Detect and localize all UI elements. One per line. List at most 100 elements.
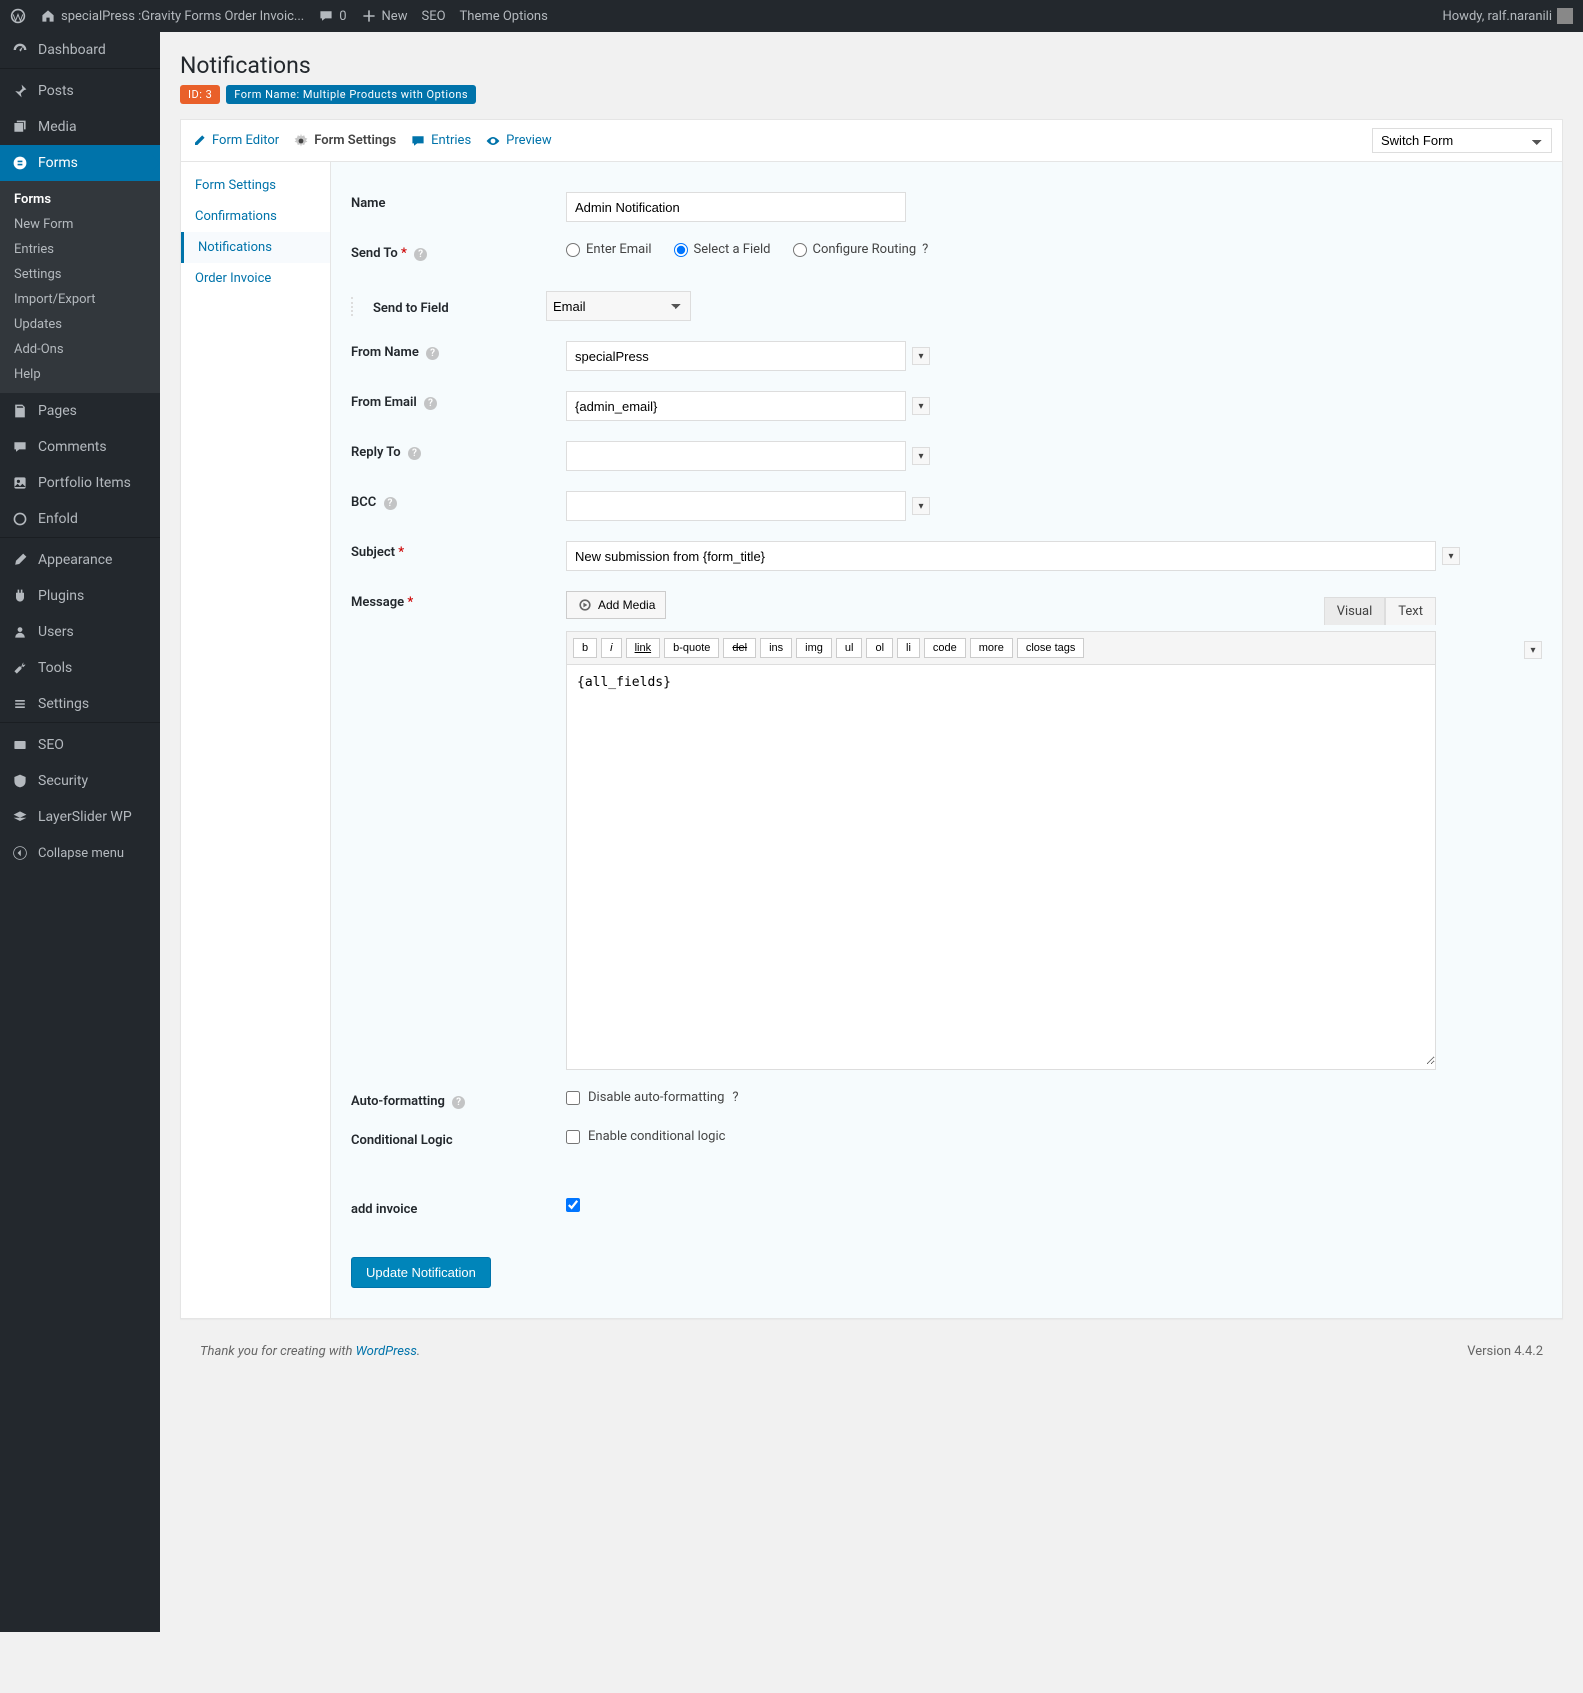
send-to-radio[interactable]	[793, 243, 807, 257]
label-name: Name	[351, 192, 566, 211]
side-tab[interactable]: Order Invoice	[181, 263, 330, 294]
conditional-logic-checkbox[interactable]	[566, 1130, 580, 1144]
menu-dashboard[interactable]: Dashboard	[0, 32, 160, 68]
forms-submenu-item[interactable]: Entries	[0, 237, 160, 262]
side-tab[interactable]: Form Settings	[181, 170, 330, 201]
add-media-button[interactable]: Add Media	[566, 591, 666, 619]
menu-media[interactable]: Media	[0, 109, 160, 145]
howdy-link[interactable]: Howdy, ralf.naranili	[1442, 8, 1573, 24]
merge-tag-button[interactable]: ▾	[1524, 641, 1542, 659]
quicktag-link[interactable]: link	[626, 638, 661, 658]
menu-forms[interactable]: Forms	[0, 145, 160, 181]
reply-to-input[interactable]	[566, 441, 906, 471]
quicktag-ins[interactable]: ins	[760, 638, 792, 658]
forms-submenu-item[interactable]: New Form	[0, 212, 160, 237]
send-to-option[interactable]: Enter Email	[566, 242, 652, 257]
side-tab[interactable]: Confirmations	[181, 201, 330, 232]
from-email-input[interactable]	[566, 391, 906, 421]
add-invoice-checkbox[interactable]	[566, 1198, 580, 1212]
menu-layerslider[interactable]: LayerSlider WP	[0, 799, 160, 835]
help-icon[interactable]: ?	[922, 242, 928, 257]
form-name-badge: Form Name: Multiple Products with Option…	[226, 85, 476, 104]
forms-submenu-item[interactable]: Help	[0, 362, 160, 387]
comments-link[interactable]: 0	[318, 8, 346, 24]
brush-icon	[10, 550, 30, 570]
merge-tag-button[interactable]: ▾	[912, 397, 930, 415]
from-name-input[interactable]	[566, 341, 906, 371]
help-icon[interactable]: ?	[424, 397, 437, 410]
menu-enfold[interactable]: Enfold	[0, 501, 160, 537]
side-tab[interactable]: Notifications	[181, 232, 330, 263]
new-link[interactable]: New	[361, 8, 408, 24]
label-send-to: Send To * ?	[351, 242, 566, 261]
editor-tab-visual[interactable]: Visual	[1324, 597, 1386, 625]
menu-pages[interactable]: Pages	[0, 393, 160, 429]
wp-logo[interactable]	[10, 8, 26, 24]
help-icon[interactable]: ?	[384, 497, 397, 510]
collapse-menu[interactable]: Collapse menu	[0, 835, 160, 871]
menu-appearance[interactable]: Appearance	[0, 542, 160, 578]
tab-entries[interactable]: Entries	[410, 133, 471, 149]
help-icon[interactable]: ?	[426, 347, 439, 360]
send-to-option[interactable]: Select a Field	[674, 242, 771, 257]
send-to-option[interactable]: Configure Routing?	[793, 242, 929, 257]
quicktag-more[interactable]: more	[970, 638, 1013, 658]
subject-input[interactable]	[566, 541, 1436, 571]
quicktag-code[interactable]: code	[924, 638, 966, 658]
menu-plugins[interactable]: Plugins	[0, 578, 160, 614]
quicktag-li[interactable]: li	[897, 638, 920, 658]
theme-options-link[interactable]: Theme Options	[460, 9, 548, 24]
merge-tag-button[interactable]: ▾	[912, 497, 930, 515]
seo-link[interactable]: SEO	[421, 9, 445, 24]
wordpress-link[interactable]: WordPress	[356, 1344, 417, 1359]
menu-portfolio[interactable]: Portfolio Items	[0, 465, 160, 501]
quicktag-img[interactable]: img	[796, 638, 832, 658]
merge-tag-button[interactable]: ▾	[1442, 547, 1460, 565]
switch-form-select[interactable]: Switch Form	[1372, 128, 1552, 153]
menu-security[interactable]: Security	[0, 763, 160, 799]
site-link[interactable]: specialPress :Gravity Forms Order Invoic…	[40, 8, 304, 24]
forms-submenu-item[interactable]: Add-Ons	[0, 337, 160, 362]
message-textarea[interactable]: {all_fields}	[567, 665, 1435, 1065]
seo-icon	[10, 735, 30, 755]
tab-preview[interactable]: Preview	[485, 133, 551, 149]
help-icon[interactable]: ?	[452, 1096, 465, 1109]
help-icon[interactable]: ?	[732, 1090, 738, 1105]
menu-users[interactable]: Users	[0, 614, 160, 650]
quicktag-b-quote[interactable]: b-quote	[664, 638, 719, 658]
enfold-icon	[10, 509, 30, 529]
quicktag-b[interactable]: b	[573, 638, 597, 658]
merge-tag-button[interactable]: ▾	[912, 447, 930, 465]
bcc-input[interactable]	[566, 491, 906, 521]
menu-seo[interactable]: SEO	[0, 727, 160, 763]
tab-form-settings[interactable]: Form Settings	[293, 133, 396, 149]
quicktag-ol[interactable]: ol	[866, 638, 893, 658]
merge-tag-button[interactable]: ▾	[912, 347, 930, 365]
gear-icon	[293, 133, 309, 149]
quicktag-del[interactable]: del	[723, 638, 756, 658]
quicktag-close-tags[interactable]: close tags	[1017, 638, 1085, 658]
tools-icon	[10, 658, 30, 678]
forms-submenu-item[interactable]: Updates	[0, 312, 160, 337]
quicktag-i[interactable]: i	[601, 638, 621, 658]
update-notification-button[interactable]: Update Notification	[351, 1257, 491, 1288]
quicktag-ul[interactable]: ul	[836, 638, 863, 658]
tab-form-editor[interactable]: Form Editor	[191, 133, 279, 149]
form-id-badge: ID: 3	[180, 85, 220, 104]
menu-tools[interactable]: Tools	[0, 650, 160, 686]
content: Notifications ID: 3 Form Name: Multiple …	[160, 32, 1583, 1632]
forms-submenu-item[interactable]: Forms	[0, 187, 160, 212]
menu-comments[interactable]: Comments	[0, 429, 160, 465]
forms-submenu-item[interactable]: Settings	[0, 262, 160, 287]
help-icon[interactable]: ?	[414, 248, 427, 261]
send-to-radio[interactable]	[674, 243, 688, 257]
help-icon[interactable]: ?	[408, 447, 421, 460]
send-to-field-select[interactable]: Email	[546, 291, 691, 321]
disable-autoformat-checkbox[interactable]	[566, 1091, 580, 1105]
menu-settings[interactable]: Settings	[0, 686, 160, 722]
menu-posts[interactable]: Posts	[0, 73, 160, 109]
editor-tab-text[interactable]: Text	[1385, 597, 1436, 625]
forms-submenu-item[interactable]: Import/Export	[0, 287, 160, 312]
send-to-radio[interactable]	[566, 243, 580, 257]
name-input[interactable]	[566, 192, 906, 222]
